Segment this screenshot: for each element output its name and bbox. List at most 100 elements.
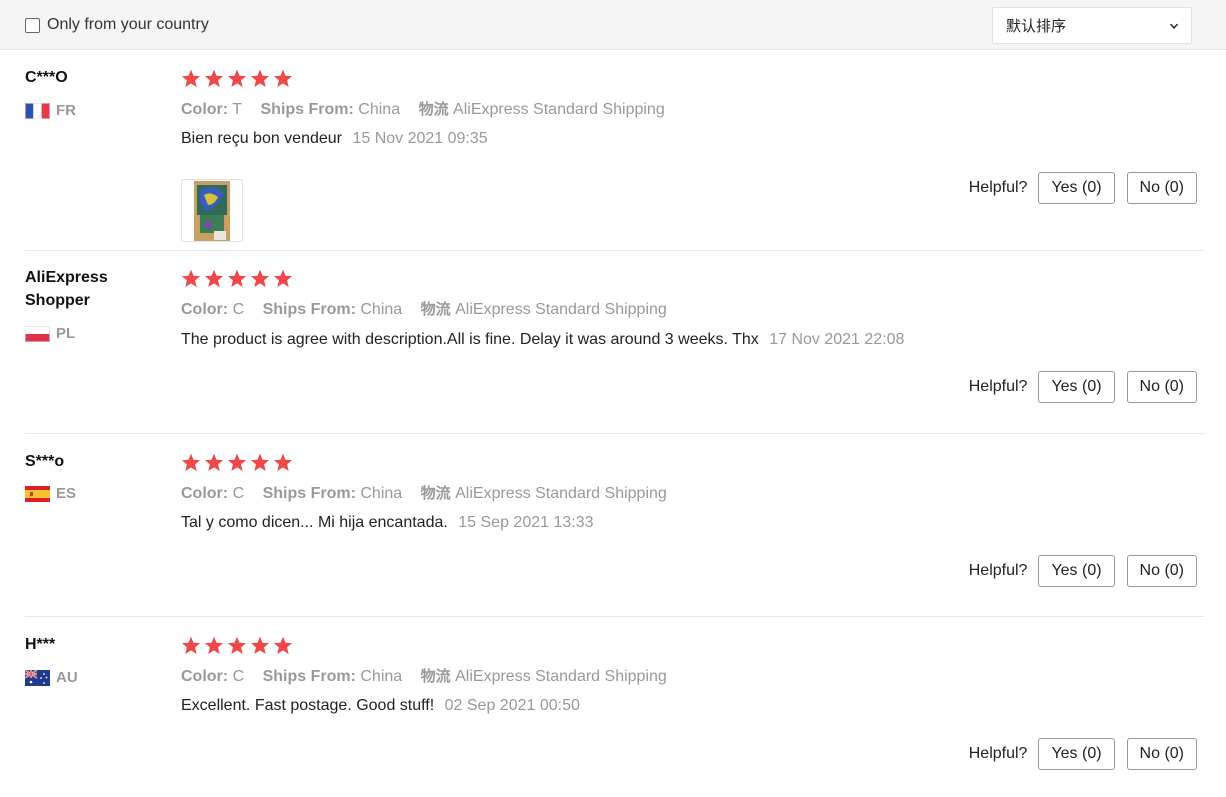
sort-dropdown[interactable]: 默认排序 [992, 7, 1192, 44]
helpful-no-button[interactable]: No (0) [1126, 371, 1197, 403]
reviewer-country: FR [25, 102, 76, 119]
color-value: C [232, 485, 245, 502]
australia-flag-icon [25, 669, 50, 686]
color-value: T [232, 101, 243, 118]
color-key: Color: [181, 101, 229, 118]
color-value: C [232, 301, 245, 318]
ships-from-value: China [360, 668, 403, 685]
review-date: 15 Sep 2021 13:33 [458, 514, 594, 531]
country-code: FR [56, 102, 76, 119]
ships-from-value: China [360, 485, 403, 502]
star-icon [181, 69, 201, 88]
star-icon [250, 453, 270, 472]
helpful-yes-button[interactable]: Yes (0) [1038, 555, 1115, 587]
star-icon [227, 69, 247, 88]
review-photo-thumbnail[interactable] [181, 179, 243, 242]
review-item: H*** AU Color: C Ships From: China 物流 Al… [25, 633, 1205, 793]
poland-flag-icon [25, 325, 50, 342]
reviewer-country: ES [25, 485, 76, 502]
ships-from-key: Ships From: [262, 301, 356, 318]
star-icon [227, 269, 247, 288]
star-icon [181, 269, 201, 288]
spain-flag-icon [25, 485, 50, 502]
logistics-value: AliExpress Standard Shipping [455, 301, 667, 318]
star-icon [250, 636, 270, 655]
only-from-country-label: Only from your country [47, 16, 209, 33]
review-text: Bien reçu bon vendeur [181, 130, 342, 147]
review-content: Tal y como dicen... Mi hija encantada. 1… [181, 514, 594, 532]
review-sku-info: Color: C Ships From: China 物流 AliExpress… [181, 298, 667, 319]
ships-from-key: Ships From: [262, 668, 356, 685]
country-code: ES [56, 485, 77, 502]
ships-from-value: China [358, 101, 401, 118]
review-text: Tal y como dicen... Mi hija encantada. [181, 514, 448, 531]
color-key: Color: [181, 668, 229, 685]
star-icon [273, 269, 293, 288]
chevron-down-icon [1169, 23, 1179, 29]
review-text: Excellent. Fast postage. Good stuff! [181, 697, 435, 714]
star-icon [227, 453, 247, 472]
reviewer-name: S***o [25, 453, 65, 470]
review-item: S***o ES Color: C Ships From: China 物流 A… [25, 450, 1205, 617]
helpful-no-button[interactable]: No (0) [1126, 738, 1197, 770]
helpful-vote: Helpful? Yes (0) No (0) [969, 371, 1197, 403]
review-sku-info: Color: T Ships From: China 物流 AliExpress… [181, 98, 665, 119]
helpful-yes-button[interactable]: Yes (0) [1038, 371, 1115, 403]
star-icon [250, 69, 270, 88]
star-icon [181, 453, 201, 472]
color-key: Color: [181, 301, 229, 318]
star-rating [181, 269, 293, 288]
review-content: Bien reçu bon vendeur 15 Nov 2021 09:35 [181, 130, 488, 148]
country-code: PL [56, 325, 76, 342]
reviewer-country: PL [25, 325, 75, 342]
reviewer-name: AliExpress Shopper [25, 269, 108, 309]
star-icon [204, 636, 224, 655]
review-date: 02 Sep 2021 00:50 [444, 697, 580, 714]
star-icon [273, 636, 293, 655]
reviewer-name: C***O [25, 69, 68, 86]
logistics-value: AliExpress Standard Shipping [453, 101, 665, 118]
review-content: Excellent. Fast postage. Good stuff! 02 … [181, 697, 580, 715]
helpful-label: Helpful? [968, 745, 1028, 762]
logistics-key: 物流 [420, 484, 451, 502]
helpful-label: Helpful? [968, 378, 1028, 395]
color-value: C [232, 668, 245, 685]
star-icon [204, 453, 224, 472]
helpful-yes-button[interactable]: Yes (0) [1038, 738, 1115, 770]
helpful-vote: Helpful? Yes (0) No (0) [969, 738, 1197, 770]
review-text: The product is agree with description.Al… [181, 331, 759, 348]
logistics-value: AliExpress Standard Shipping [455, 668, 667, 685]
ships-from-value: China [360, 301, 403, 318]
logistics-key: 物流 [420, 300, 451, 318]
star-icon [250, 269, 270, 288]
helpful-no-button[interactable]: No (0) [1126, 555, 1197, 587]
review-sku-info: Color: C Ships From: China 物流 AliExpress… [181, 665, 667, 686]
ships-from-key: Ships From: [262, 485, 356, 502]
star-rating [181, 636, 293, 655]
review-filter-bar: Only from your country 默认排序 [0, 0, 1226, 50]
star-rating [181, 69, 293, 88]
country-code: AU [56, 669, 78, 686]
helpful-label: Helpful? [968, 179, 1028, 196]
star-icon [181, 636, 201, 655]
helpful-yes-button[interactable]: Yes (0) [1038, 172, 1115, 204]
reviewer-name: H*** [25, 636, 56, 653]
logistics-value: AliExpress Standard Shipping [455, 485, 667, 502]
france-flag-icon [25, 102, 50, 119]
helpful-vote: Helpful? Yes (0) No (0) [969, 172, 1197, 204]
ships-from-key: Ships From: [260, 101, 354, 118]
review-item: AliExpress Shopper PL Color: C Ships Fro… [25, 266, 1205, 434]
color-key: Color: [181, 485, 229, 502]
review-date: 17 Nov 2021 22:08 [769, 331, 905, 348]
review-item: C***O FR Color: T Ships From: China 物流 A… [25, 66, 1205, 251]
review-photo-image [194, 180, 230, 241]
logistics-key: 物流 [420, 667, 451, 685]
only-from-country-filter[interactable]: Only from your country [25, 14, 209, 36]
star-icon [273, 69, 293, 88]
logistics-key: 物流 [418, 100, 449, 118]
review-date: 15 Nov 2021 09:35 [352, 130, 488, 147]
only-from-country-checkbox[interactable] [25, 17, 40, 33]
review-sku-info: Color: C Ships From: China 物流 AliExpress… [181, 482, 667, 503]
helpful-no-button[interactable]: No (0) [1126, 172, 1197, 204]
helpful-label: Helpful? [968, 562, 1028, 579]
